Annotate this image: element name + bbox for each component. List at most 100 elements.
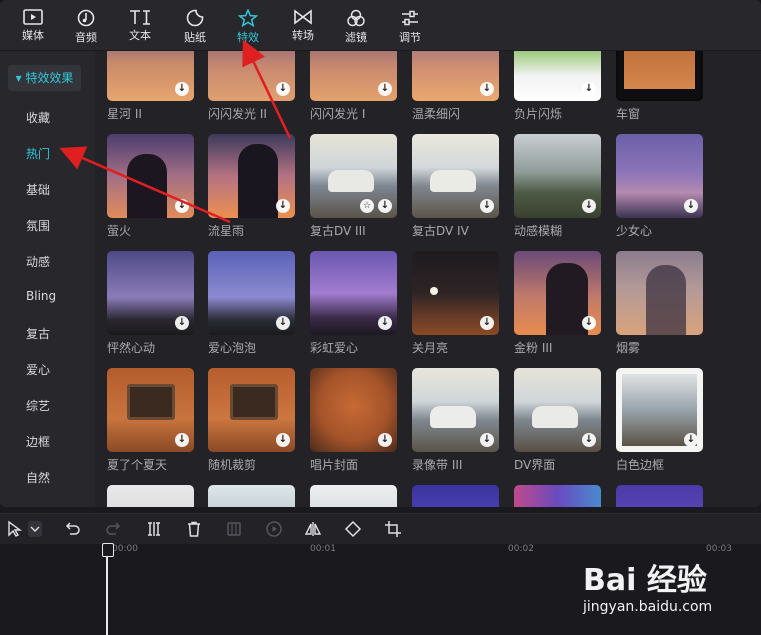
tab-text[interactable]: 文本 [119,6,161,48]
sticker-icon [186,9,204,27]
effect-card[interactable]: ↓ 温柔细闪 [412,51,499,122]
download-icon[interactable]: ↓ [582,199,596,213]
download-icon[interactable]: ↓ [175,316,189,330]
category-group-label: 特效效果 [25,71,74,85]
effect-name: 负片闪烁 [514,107,563,121]
effect-card[interactable]: ↓ 流星雨 [208,134,295,239]
effect-card[interactable]: ↓ 星河 II [107,51,194,122]
sidebar-item-bling[interactable]: Bling [26,289,56,303]
sidebar-item-popular[interactable]: 热门 [26,145,50,162]
effect-card[interactable]: ↓ 夏了个夏天 [107,368,194,473]
tab-sticker[interactable]: 贴纸 [174,6,216,48]
play-circle-icon[interactable] [265,520,283,538]
tab-adjust-label: 调节 [399,31,421,44]
effect-thumbnail: ↓ [107,368,194,452]
tab-media[interactable]: 媒体 [12,6,54,48]
effect-card[interactable]: ↓ 闪闪发光 I [310,51,397,122]
download-icon[interactable]: ↓ [582,433,596,447]
effect-card[interactable]: ↓ 负片闪烁 [514,51,601,122]
top-toolbar: 媒体 音频 文本 贴纸 特效 转场 滤镜 调节 [0,0,761,51]
download-icon[interactable]: ↓ [175,82,189,96]
effect-card[interactable]: ↓ 少女心 [616,134,703,239]
crop-icon[interactable] [384,520,402,538]
sidebar-item-variety[interactable]: 综艺 [26,397,50,414]
download-icon[interactable]: ↓ [276,316,290,330]
effect-card[interactable] [412,485,499,507]
effect-card[interactable]: ↓ 随机裁剪 [208,368,295,473]
sidebar-item-retro[interactable]: 复古 [26,325,50,342]
select-cursor-icon[interactable] [6,520,24,538]
favorite-star-icon[interactable]: ☆ [360,199,374,213]
cursor-dropdown-chevron-icon[interactable] [28,521,42,537]
download-icon[interactable]: ↓ [684,433,698,447]
undo-icon[interactable] [64,520,82,538]
download-icon[interactable]: ↓ [276,433,290,447]
download-icon[interactable]: ↓ [480,199,494,213]
playhead-handle[interactable] [102,543,114,557]
effect-card[interactable]: ↓ 萤火 [107,134,194,239]
sidebar-item-basic[interactable]: 基础 [26,181,50,198]
download-icon[interactable]: ↓ [378,199,392,213]
tab-transition[interactable]: 转场 [282,6,324,48]
tab-adjust[interactable]: 调节 [389,6,431,48]
download-icon[interactable]: ↓ [276,199,290,213]
download-icon[interactable]: ↓ [480,82,494,96]
sidebar-item-love[interactable]: 爱心 [26,361,50,378]
tab-audio[interactable]: 音频 [65,6,107,48]
sidebar-item-border[interactable]: 边框 [26,433,50,450]
effect-card[interactable]: ↓ 怦然心动 [107,251,194,356]
download-icon[interactable]: ↓ [276,82,290,96]
effect-card[interactable]: ↓ 关月亮 [412,251,499,356]
mirror-icon[interactable] [304,520,322,538]
effect-thumbnail: ↓ [107,51,194,101]
effect-card[interactable] [107,485,194,507]
text-icon [130,10,150,25]
download-icon[interactable]: ↓ [175,199,189,213]
download-icon[interactable]: ↓ [582,82,596,96]
effect-card[interactable]: 烟雾 [616,251,703,356]
split-icon[interactable] [145,520,163,538]
download-icon[interactable]: ↓ [684,199,698,213]
effect-card[interactable] [514,485,601,507]
download-icon[interactable]: ↓ [378,82,392,96]
category-group-header[interactable]: ▾ 特效效果 [8,65,81,91]
download-icon[interactable]: ↓ [582,316,596,330]
sidebar-item-favorites[interactable]: 收藏 [26,109,50,126]
effect-card[interactable]: ↓ 金粉 III [514,251,601,356]
effect-name: 闪闪发光 II [208,107,267,121]
effect-card[interactable]: ↓ 闪闪发光 II [208,51,295,122]
download-icon[interactable]: ↓ [378,316,392,330]
effect-card[interactable]: ↓ 录像带 III [412,368,499,473]
effect-card[interactable]: ☆ ↓ 复古DV III [310,134,397,239]
tab-text-label: 文本 [129,29,151,42]
effect-card[interactable] [616,485,703,507]
effect-card[interactable]: ↓ 白色边框 [616,368,703,473]
freeze-frame-icon[interactable] [225,520,243,538]
effect-card[interactable]: 车窗 [616,51,703,122]
effect-card[interactable]: ↓ 唱片封面 [310,368,397,473]
delete-icon[interactable] [185,520,203,538]
effect-card[interactable]: ↓ DV界面 [514,368,601,473]
rotate-icon[interactable] [344,520,362,538]
effect-card[interactable] [310,485,397,507]
sidebar-item-nature[interactable]: 自然 [26,469,50,486]
time-tick: 00:02 [508,544,534,554]
effect-thumbnail: ↓ [616,134,703,218]
download-icon[interactable]: ↓ [175,433,189,447]
watermark-logo: Bai 经验 [583,563,707,598]
download-icon[interactable]: ↓ [480,316,494,330]
download-icon[interactable]: ↓ [378,433,392,447]
effect-card[interactable]: ↓ 复古DV IV [412,134,499,239]
redo-icon[interactable] [104,520,122,538]
sidebar-item-dynamic[interactable]: 动感 [26,253,50,270]
effect-thumbnail: ↓ [514,51,601,101]
effect-card[interactable] [208,485,295,507]
tab-filter[interactable]: 滤镜 [335,6,377,48]
download-icon[interactable]: ↓ [480,433,494,447]
effect-card[interactable]: ↓ 爱心泡泡 [208,251,295,356]
tab-effects[interactable]: 特效 [227,6,269,48]
effect-card[interactable]: ↓ 彩虹爱心 [310,251,397,356]
effect-thumbnail: ↓ [310,368,397,452]
effect-card[interactable]: ↓ 动感模糊 [514,134,601,239]
sidebar-item-atmosphere[interactable]: 氛围 [26,217,50,234]
